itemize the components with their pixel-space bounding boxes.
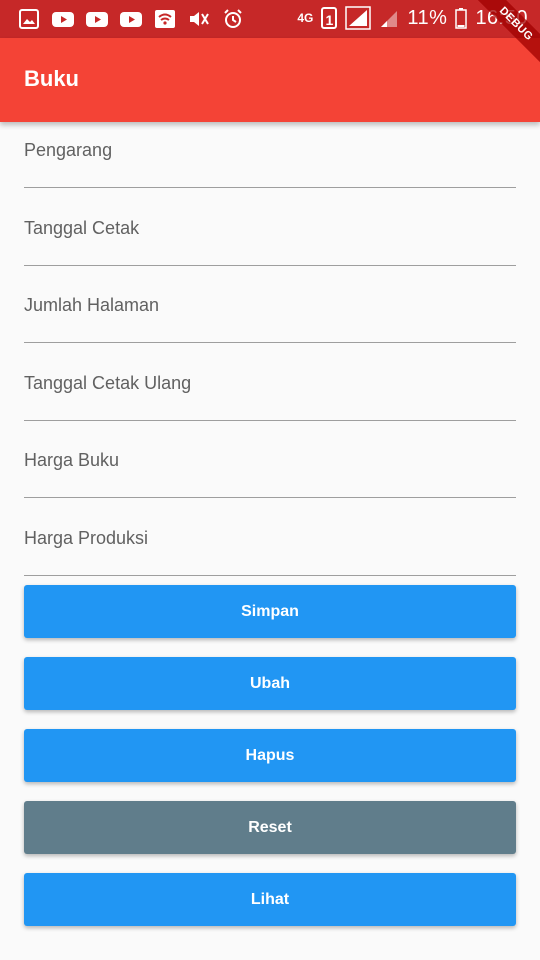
print-date-field-label: Tanggal Cetak [24, 217, 140, 238]
signal-icon [345, 6, 372, 30]
app-bar: Buku [0, 38, 540, 122]
book-price-field-label: Harga Buku [24, 450, 120, 470]
notification-icons [18, 8, 244, 30]
youtube-icon [52, 8, 74, 30]
book-price-field[interactable]: Harga Buku [24, 421, 516, 498]
book-form: Pengarang Tanggal Cetak Jumlah Halaman T… [24, 122, 516, 576]
app-bar-title: Buku [24, 66, 79, 91]
delete-button[interactable]: Hapus [24, 729, 516, 782]
youtube-icon [86, 8, 108, 30]
reprint-date-field[interactable]: Tanggal Cetak Ulang [24, 343, 516, 421]
author-field-label: Pengarang [24, 140, 113, 160]
print-date-field[interactable]: Tanggal Cetak [24, 188, 516, 266]
production-price-field-label: Harga Produksi [24, 527, 149, 548]
signal-weak-icon [379, 7, 399, 29]
page-count-field[interactable]: Jumlah Halaman [24, 266, 516, 343]
gallery-icon [18, 8, 40, 30]
battery-percent: 11% [407, 6, 448, 29]
save-button[interactable]: Simpan [24, 585, 516, 638]
edit-button[interactable]: Ubah [24, 657, 516, 710]
wifi-icon [154, 8, 176, 30]
view-button[interactable]: Lihat [24, 873, 516, 926]
author-field[interactable]: Pengarang [24, 122, 516, 188]
mute-vibrate-icon [188, 8, 210, 30]
action-buttons: Simpan Ubah Hapus Reset Lihat [24, 585, 516, 945]
reset-button[interactable]: Reset [24, 801, 516, 854]
youtube-icon [120, 8, 142, 30]
battery-icon [455, 7, 468, 29]
reprint-date-field-label: Tanggal Cetak Ulang [24, 372, 192, 393]
status-bar: 4G 1 11% 16:50 [0, 0, 540, 38]
page-count-field-label: Jumlah Halaman [24, 295, 160, 315]
network-type-label: 4G [297, 11, 314, 25]
alarm-icon [222, 8, 244, 30]
production-price-field[interactable]: Harga Produksi [24, 498, 516, 576]
sim-slot-badge: 1 [321, 7, 338, 29]
